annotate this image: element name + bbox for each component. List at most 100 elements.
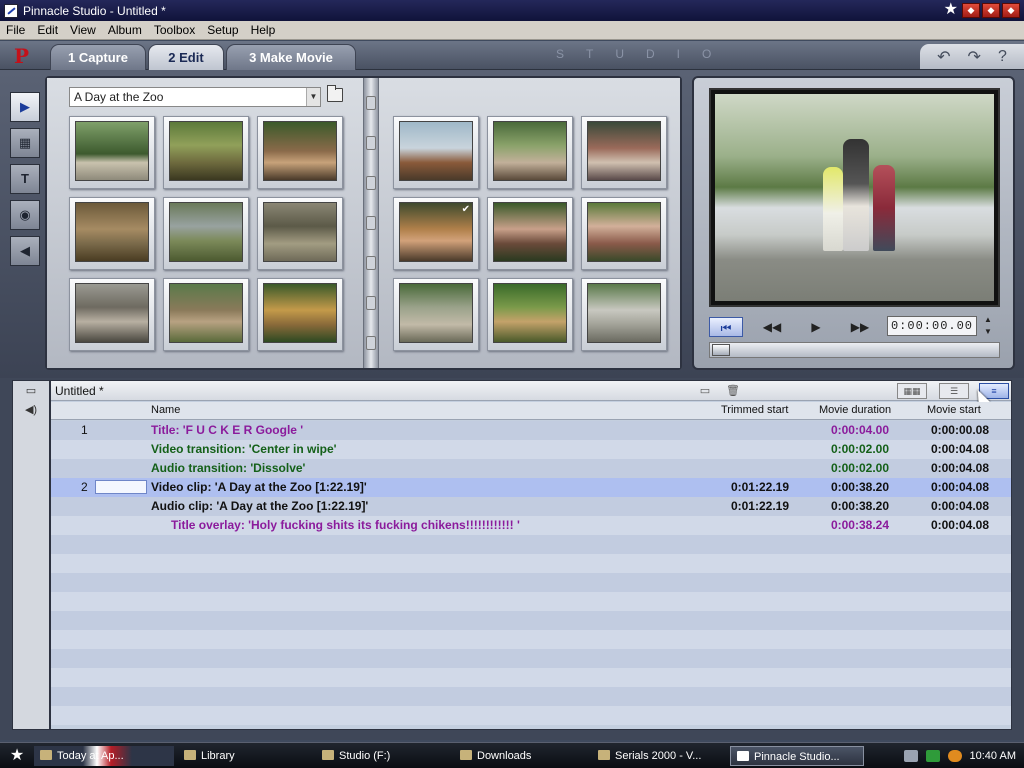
minimize-button[interactable]: ◆ — [962, 3, 980, 18]
taskbar-item-serials[interactable]: Serials 2000 - V... — [592, 746, 726, 766]
undo-icon[interactable]: ↶ — [937, 47, 950, 67]
scrubber-handle[interactable] — [712, 344, 730, 356]
taskbar-item-today[interactable]: Today at Ap... — [34, 745, 174, 766]
scene-thumbnail[interactable] — [69, 197, 155, 270]
system-tray: 10:40 AM — [903, 743, 1024, 768]
album-source-value: A Day at the Zoo — [74, 90, 164, 104]
rewind-button[interactable]: ◀◀ — [755, 317, 789, 337]
go-to-start-button[interactable]: ⏮ — [709, 317, 743, 337]
menu-view[interactable]: View — [64, 23, 102, 37]
table-row[interactable]: Audio transition: 'Dissolve' 0:00:02.00 … — [51, 459, 1011, 478]
mode-tab-strip: P 1 Capture 2 Edit 3 Make Movie STUDIO ↶… — [0, 41, 1024, 70]
taskbar-item-studio-drive[interactable]: Studio (F:) — [316, 746, 450, 766]
column-movie-duration[interactable]: Movie duration — [819, 404, 891, 416]
video-scenes-icon[interactable]: ▶ — [10, 92, 40, 122]
scene-thumbnail[interactable] — [163, 278, 249, 351]
redo-icon[interactable]: ↷ — [968, 47, 981, 67]
row-rename-input[interactable] — [95, 480, 147, 494]
taskbar-item-label: Serials 2000 - V... — [615, 749, 702, 762]
audio-track-icon[interactable]: ◀) — [16, 403, 46, 419]
start-button[interactable]: ★ — [0, 744, 34, 768]
column-movie-start[interactable]: Movie start — [927, 404, 981, 416]
maximize-button[interactable]: ◆ — [982, 3, 1000, 18]
sound-effects-icon[interactable]: ◀ — [10, 236, 40, 266]
fast-forward-button[interactable]: ▶▶ — [843, 317, 877, 337]
scene-thumbnail[interactable] — [581, 197, 667, 270]
undo-redo-area: ↶ ↷ ? — [920, 44, 1024, 69]
spine-ring — [366, 256, 376, 270]
pinnacle-app-icon[interactable] — [4, 3, 18, 18]
taskbar-item-pinnacle[interactable]: Pinnacle Studio... — [730, 745, 864, 766]
scene-thumbnail[interactable] — [257, 278, 343, 351]
empty-row — [51, 706, 1011, 725]
empty-row — [51, 535, 1011, 554]
scene-thumbnail[interactable] — [163, 197, 249, 270]
timecode-spinner[interactable]: ▲ ▼ — [981, 314, 995, 338]
chevron-down-icon[interactable]: ▼ — [306, 88, 320, 106]
scrubber-track[interactable] — [709, 342, 1000, 358]
table-row-selected[interactable]: 2 Video clip: 'A Day at the Zoo [1:22.19… — [51, 478, 1011, 497]
storyboard-view-button[interactable]: ▦▦ — [897, 383, 927, 399]
search-icon[interactable] — [947, 749, 962, 762]
scene-thumbnail[interactable] — [393, 278, 479, 351]
movie-window: ▭ ◀) Untitled * ▭ 🗑 ▦▦ ☰ ≡ Name Trimmed … — [0, 378, 1024, 740]
network-icon[interactable] — [925, 749, 940, 762]
scene-thumbnail-selected[interactable]: ✔ — [393, 197, 479, 270]
scene-thumbnail[interactable] — [487, 197, 573, 270]
transitions-icon[interactable]: ▦ — [10, 128, 40, 158]
still-images-icon[interactable]: ◉ — [10, 200, 40, 230]
close-button[interactable]: ◆ — [1002, 3, 1020, 18]
scene-thumbnail[interactable] — [69, 278, 155, 351]
scene-thumbnail[interactable] — [581, 278, 667, 351]
table-row[interactable]: Audio clip: 'A Day at the Zoo [1:22.19]'… — [51, 497, 1011, 516]
scene-thumbnail[interactable] — [257, 116, 343, 189]
studio-brand-text: STUDIO — [556, 47, 734, 61]
column-trimmed-start[interactable]: Trimmed start — [721, 404, 788, 416]
menu-help[interactable]: Help — [245, 23, 282, 37]
trash-icon[interactable]: 🗑 — [725, 383, 741, 399]
menu-file[interactable]: File — [0, 23, 31, 37]
table-row[interactable]: Title overlay: 'Holy fucking shits its f… — [51, 516, 1011, 535]
video-preview-screen[interactable] — [709, 88, 1000, 307]
edit-list-view: Untitled * ▭ 🗑 ▦▦ ☰ ≡ Name Trimmed start… — [50, 380, 1012, 730]
timeline-view-button[interactable]: ☰ — [939, 383, 969, 399]
menu-edit[interactable]: Edit — [31, 23, 64, 37]
tab-edit[interactable]: 2 Edit — [148, 44, 224, 70]
scene-thumbnail[interactable] — [581, 116, 667, 189]
star-icon[interactable]: ★ — [944, 1, 958, 19]
table-row[interactable]: Video transition: 'Center in wipe' 0:00:… — [51, 440, 1011, 459]
folder-icon[interactable] — [327, 85, 343, 102]
play-button[interactable]: ▶ — [799, 317, 833, 337]
album-panel: A Day at the Zoo ▼ ✔ — [45, 76, 682, 370]
menu-setup[interactable]: Setup — [201, 23, 244, 37]
taskbar-item-library[interactable]: Library — [178, 746, 312, 766]
tab-capture[interactable]: 1 Capture — [50, 44, 146, 70]
help-icon[interactable]: ? — [998, 48, 1007, 66]
clip-properties-icon[interactable]: ▭ — [697, 383, 713, 399]
menu-album[interactable]: Album — [102, 23, 148, 37]
scene-thumbnail[interactable] — [487, 278, 573, 351]
empty-row — [51, 668, 1011, 687]
scene-thumbnail[interactable] — [69, 116, 155, 189]
menu-toolbox[interactable]: Toolbox — [148, 23, 201, 37]
spine-ring — [366, 336, 376, 350]
title-bar: Pinnacle Studio - Untitled * ★ ◆ ◆ ◆ — [0, 0, 1024, 21]
keyboard-icon[interactable] — [903, 749, 918, 762]
row-name: Audio clip: 'A Day at the Zoo [1:22.19]' — [151, 499, 369, 513]
table-row[interactable]: 1 Title: 'F U C K E R Google ' 0:00:04.0… — [51, 421, 1011, 440]
scene-thumbnail[interactable] — [257, 197, 343, 270]
column-name[interactable]: Name — [151, 404, 180, 416]
tab-make-movie[interactable]: 3 Make Movie — [226, 44, 356, 70]
scene-thumbnail[interactable] — [163, 116, 249, 189]
album-source-select[interactable]: A Day at the Zoo ▼ — [69, 87, 321, 107]
scene-thumbnail[interactable] — [487, 116, 573, 189]
taskbar: ★ Today at Ap... Library Studio (F:) Dow… — [0, 742, 1024, 768]
spine-ring — [366, 216, 376, 230]
spine-ring — [366, 176, 376, 190]
timecode-field[interactable]: 0:00:00.00 — [887, 316, 977, 336]
clock[interactable]: 10:40 AM — [970, 750, 1016, 762]
video-track-icon[interactable]: ▭ — [16, 384, 46, 400]
scene-thumbnail[interactable] — [393, 116, 479, 189]
titles-icon[interactable]: T — [10, 164, 40, 194]
taskbar-item-downloads[interactable]: Downloads — [454, 746, 588, 766]
